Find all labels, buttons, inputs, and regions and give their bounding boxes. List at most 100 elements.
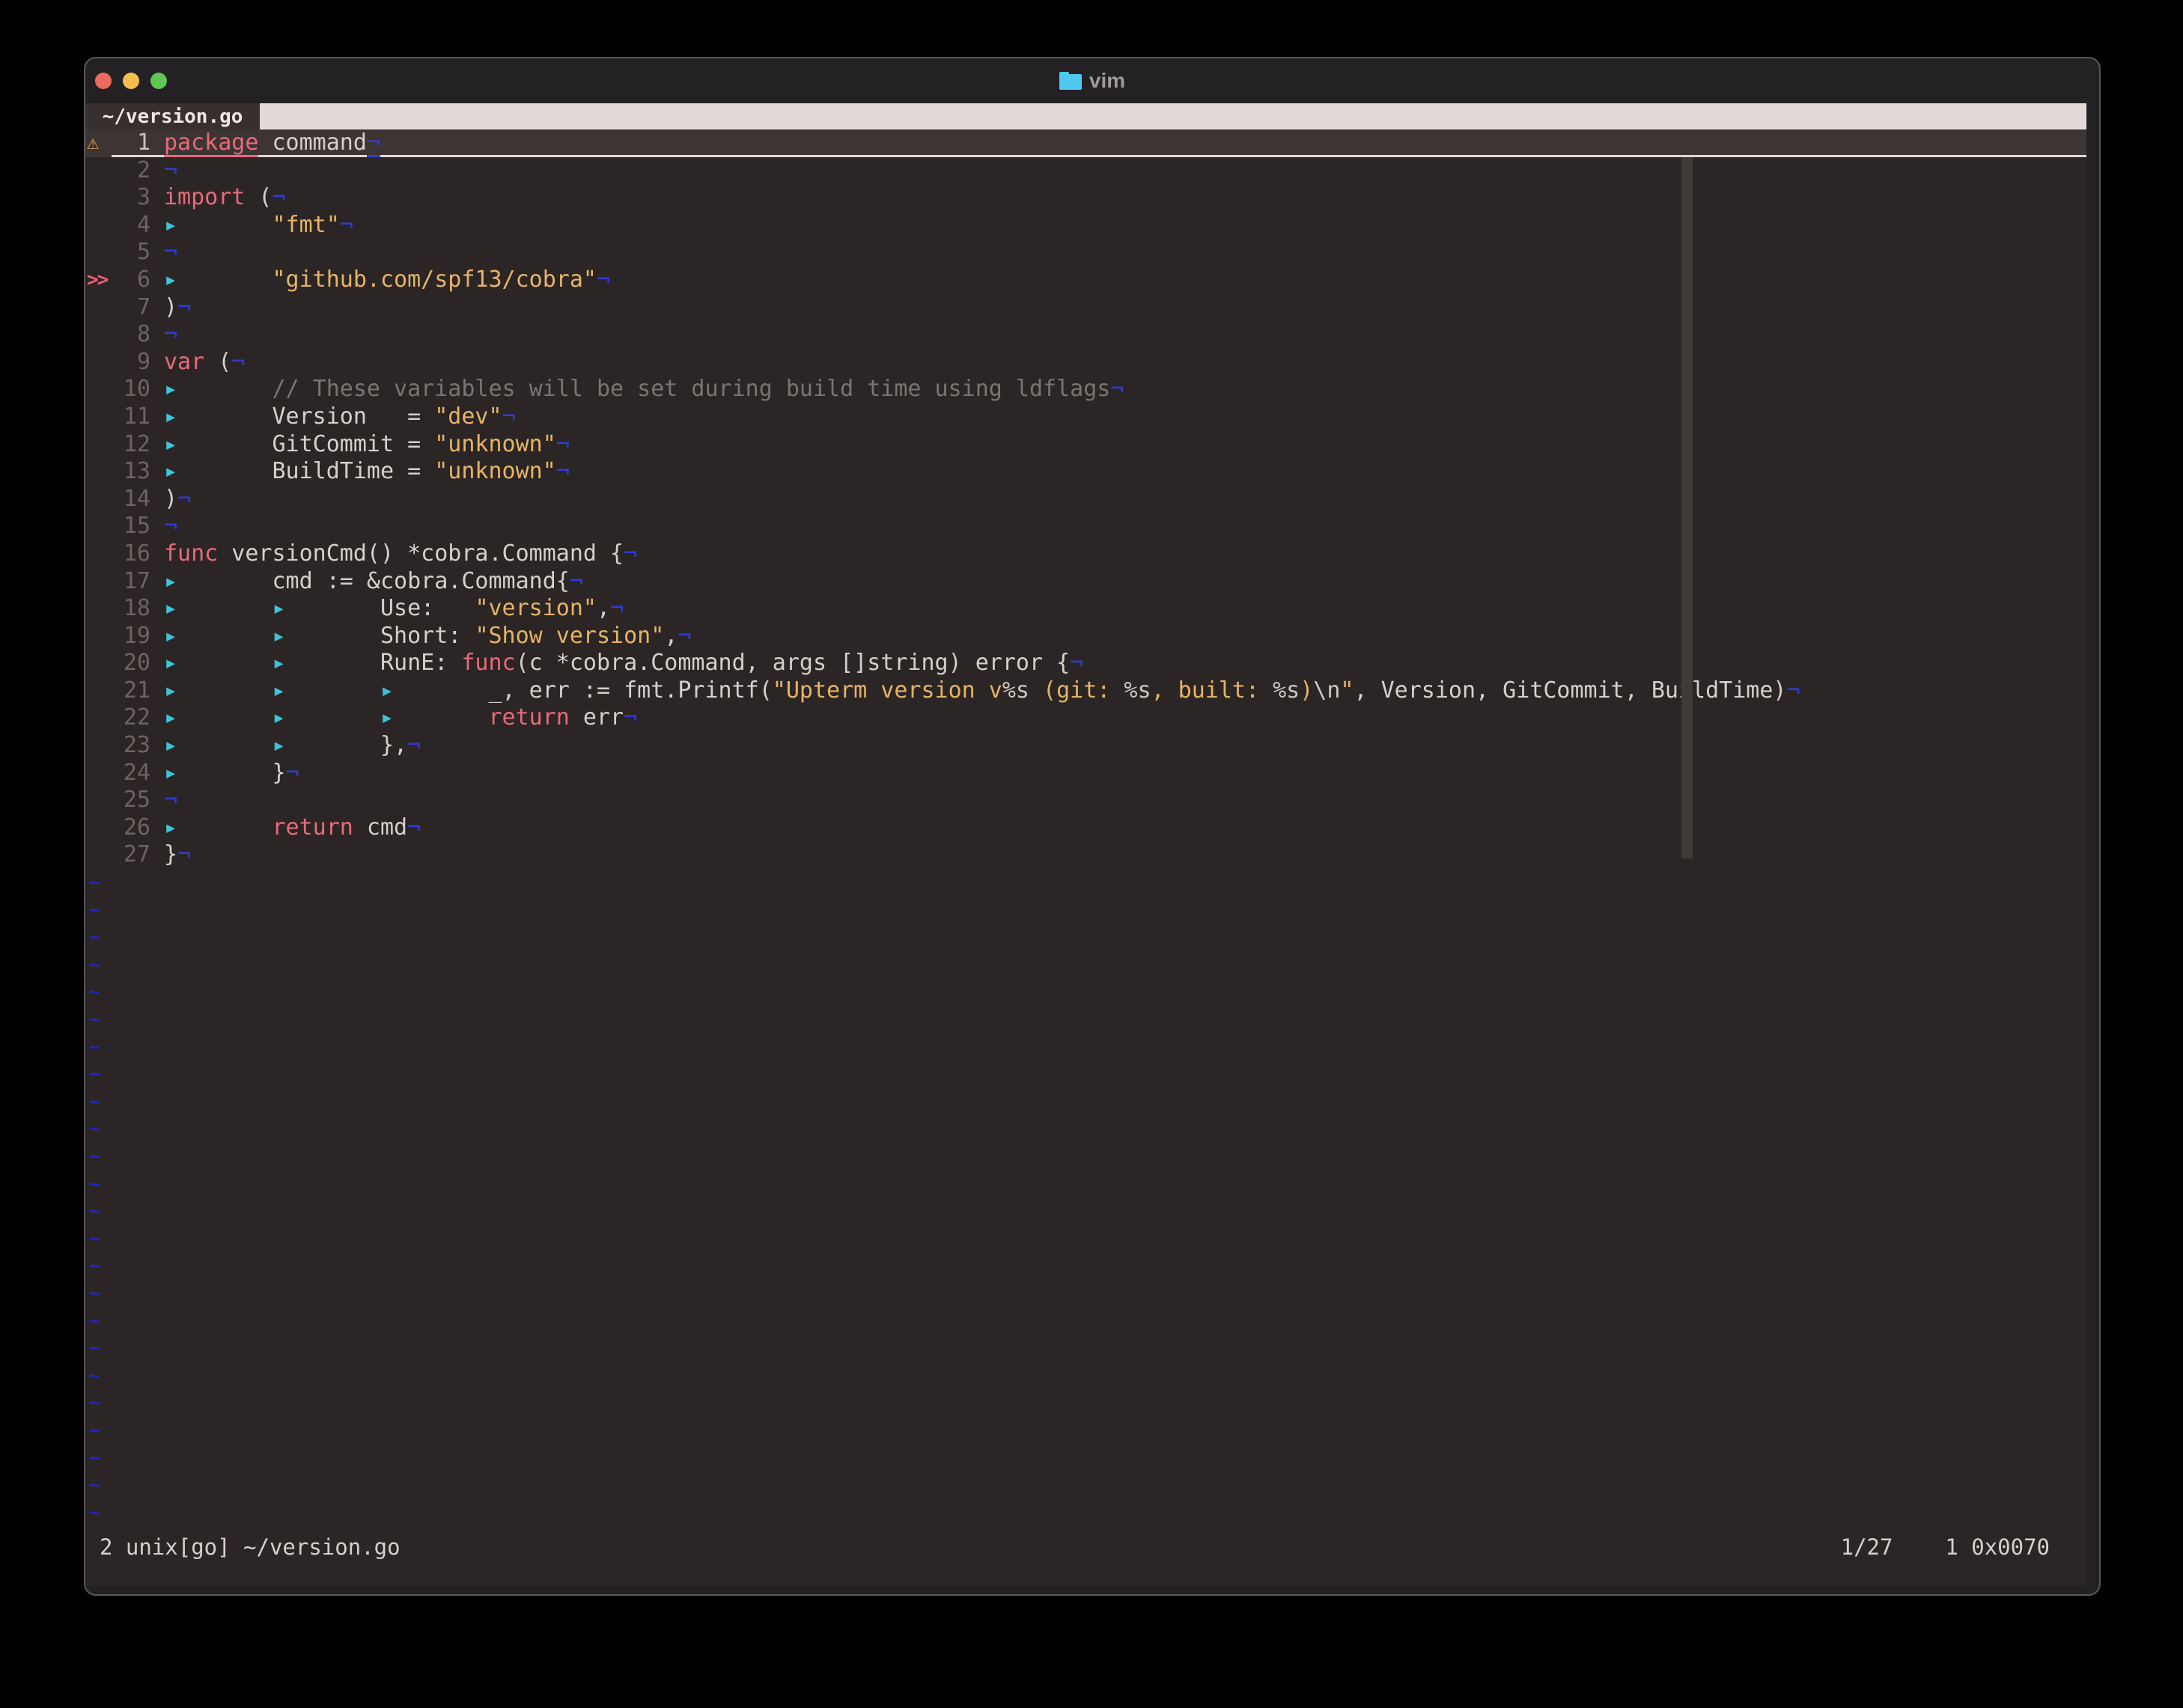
eol-marker-icon: ¬ [610,595,624,621]
tilde-marker: ~ [85,1143,100,1171]
line-number: 14 [112,486,150,513]
code-segment: %s [1002,677,1029,704]
code-text: package command¬ [150,129,2086,157]
code-segment: Short: [380,623,475,649]
tab-version-go[interactable]: ~/version.go [85,103,260,129]
code-segment: RunE: [380,650,461,676]
gutter-sign [85,814,112,842]
line-number: 4 [112,212,150,240]
code-text: ▸ cmd := &cobra.Command{¬ [150,568,2086,596]
code-text: func versionCmd() *cobra.Command {¬ [150,540,2086,568]
eol-marker-icon: ¬ [273,184,286,210]
empty-buffer-line: ~ [85,1499,2086,1527]
line-number: 23 [112,732,150,760]
tilde-marker: ~ [85,1308,100,1335]
code-text: ▸ "fmt"¬ [150,212,2086,240]
code-segment: import [164,184,245,210]
eol-marker-icon: ¬ [340,212,353,238]
empty-buffer-line: ~ [85,1225,2086,1253]
code-segment: "unknown" [434,431,556,457]
code-segment: , [597,595,610,621]
code-line: 24▸ }¬ [85,760,2086,787]
code-segment: cmd := &cobra.Command{ [273,568,570,594]
code-segment: , built: [1151,677,1273,704]
line-number: 22 [112,704,150,732]
code-line: 15¬ [85,513,2086,540]
terminal-content[interactable]: ~/version.go ⚠1package command¬2¬3import… [85,103,2086,1586]
tilde-marker: ~ [85,1471,100,1499]
code-line: 27}¬ [85,841,2086,869]
zoom-button[interactable] [150,73,167,89]
code-text: ▸ "github.com/spf13/cobra"¬ [150,266,2086,294]
code-line: 21▸ ▸ ▸ _, err := fmt.Printf("Upterm ver… [85,677,2086,705]
line-number: 19 [112,623,150,650]
code-line: 25¬ [85,787,2086,814]
eol-marker-icon: ¬ [678,623,691,649]
code-text: import (¬ [150,184,2086,212]
code-segment: ) [164,294,177,320]
eol-marker-icon: ¬ [231,349,245,375]
empty-buffer-line: ~ [85,924,2086,951]
code-segment: "dev" [434,403,502,430]
window-title: vim [85,58,2099,103]
code-segment: cmd [353,814,407,841]
tab-marker-icon: ▸ [164,704,273,731]
eol-marker-icon: ¬ [367,129,380,157]
gutter-sign [85,349,112,376]
code-text: ▸ return cmd¬ [150,814,2086,842]
code-line: 16func versionCmd() *cobra.Command {¬ [85,540,2086,568]
eol-marker-icon: ¬ [407,814,421,841]
scrollbar[interactable] [1681,157,1693,858]
code-segment: }, [380,732,407,758]
gutter-sign [85,486,112,513]
tab-marker-icon: ▸ [164,212,273,238]
code-segment: , Version, GitCommit, BuildTime) [1354,677,1786,704]
eol-marker-icon: ¬ [556,458,570,484]
line-number: 12 [112,431,150,459]
eol-marker-icon: ¬ [1110,376,1124,402]
code-segment: err [570,704,624,731]
code-segment: ) [1300,677,1313,704]
window-title-text: vim [1089,69,1125,93]
code-line: 5¬ [85,239,2086,266]
eol-marker-icon: ¬ [177,841,191,867]
gutter-sign [85,568,112,596]
code-text: ▸ ▸ Use: "version",¬ [150,595,2086,623]
empty-buffer-line: ~ [85,951,2086,979]
code-text: ¬ [150,157,2086,185]
tilde-marker: ~ [85,1389,100,1417]
gutter-sign [85,650,112,677]
tilde-marker: ~ [85,924,100,951]
close-button[interactable] [95,73,112,89]
code-text: ▸ ▸ RunE: func(c *cobra.Command, args []… [150,650,2086,677]
folder-icon [1059,72,1082,90]
tab-marker-icon: ▸ [164,650,273,676]
code-line: 13▸ BuildTime = "unknown"¬ [85,458,2086,486]
eol-marker-icon: ¬ [286,760,299,786]
eol-marker-icon: ¬ [177,486,191,512]
empty-buffer-line: ~ [85,1335,2086,1362]
gutter-sign [85,623,112,650]
tilde-marker: ~ [85,1115,100,1143]
line-number: 24 [112,760,150,787]
empty-buffer-line: ~ [85,1362,2086,1390]
code-line: 10▸ // These variables will be set durin… [85,376,2086,403]
code-text: ▸ BuildTime = "unknown"¬ [150,458,2086,486]
code-segment: "fmt" [273,212,340,238]
tab-marker-icon: ▸ [273,677,381,704]
code-segment: %s [1124,677,1151,704]
tab-marker-icon: ▸ [164,431,273,457]
editor-buffer[interactable]: ⚠1package command¬2¬3import (¬4▸ "fmt"¬5… [85,129,2086,1526]
eol-marker-icon: ¬ [597,266,610,293]
minimize-button[interactable] [123,73,139,89]
code-text: ¬ [150,787,2086,814]
code-text: )¬ [150,486,2086,513]
eol-marker-icon: ¬ [164,787,177,813]
titlebar[interactable]: vim [85,58,2099,103]
tab-marker-icon: ▸ [273,732,381,758]
eol-marker-icon: ¬ [570,568,583,594]
tab-marker-icon: ▸ [380,677,489,704]
eol-marker-icon: ¬ [1786,677,1800,704]
code-line: 23▸ ▸ },¬ [85,732,2086,760]
tab-marker-icon: ▸ [164,595,273,621]
